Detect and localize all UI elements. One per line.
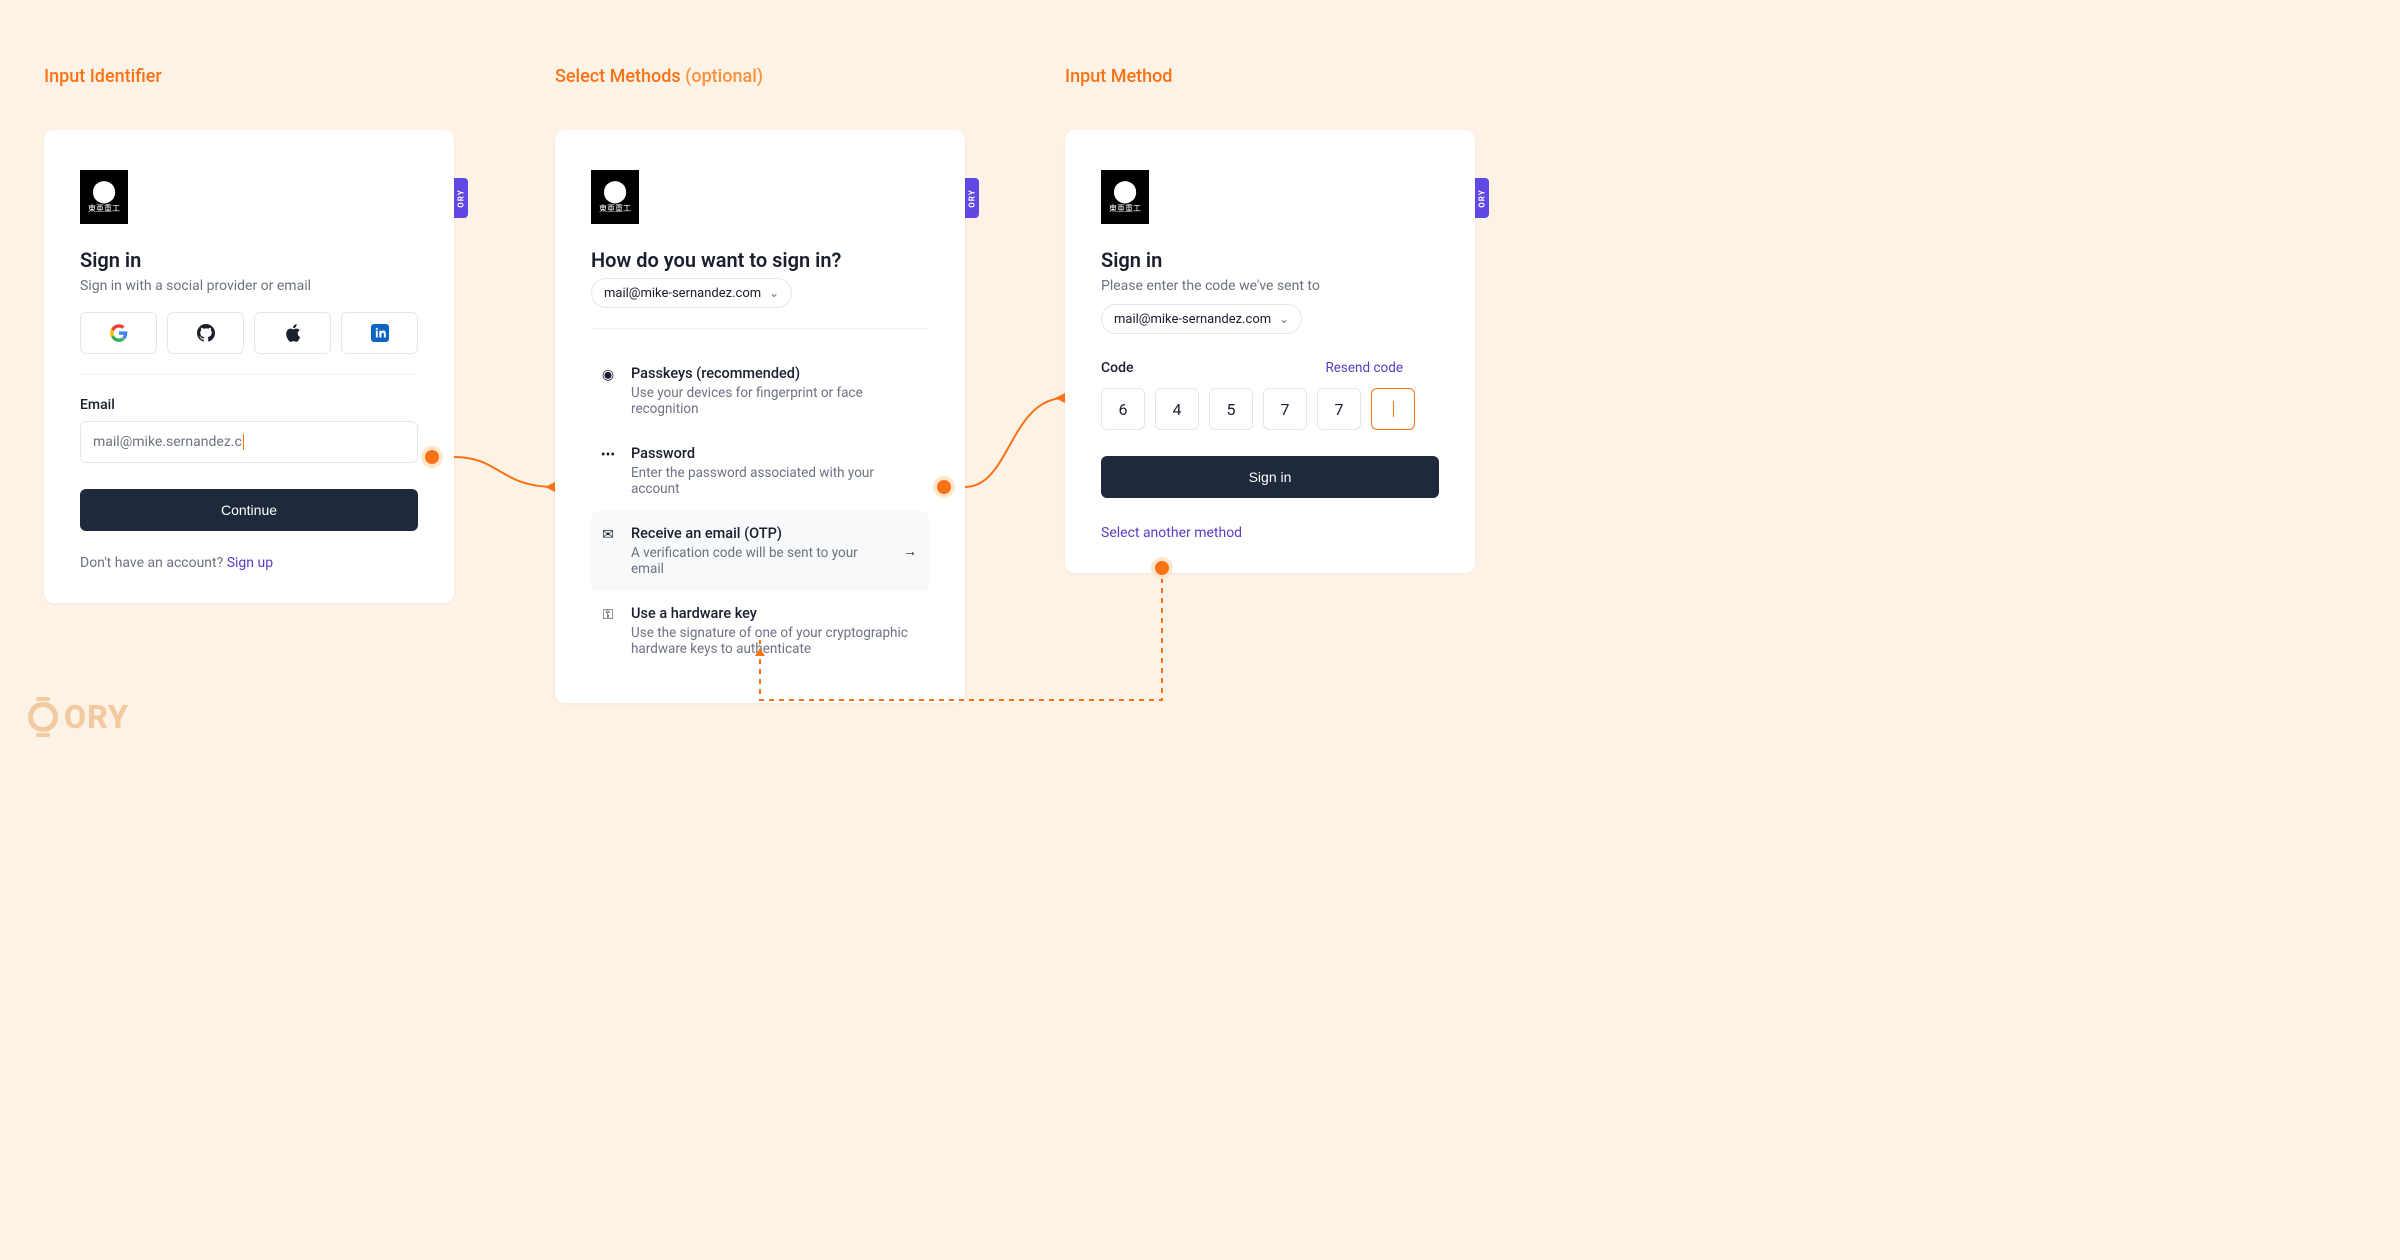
apple-icon	[284, 324, 302, 342]
method-list: ◉ Passkeys (recommended) Use your device…	[591, 351, 929, 671]
apple-button[interactable]	[254, 312, 331, 354]
identifier-chip[interactable]: mail@mike-sernandez.com ⌄	[1101, 304, 1302, 334]
identifier-chip[interactable]: mail@mike-sernandez.com ⌄	[591, 278, 792, 308]
step1-title: Input Identifier	[44, 66, 162, 87]
step2-title-suffix: (optional)	[685, 66, 763, 87]
text-caret	[1393, 401, 1394, 417]
step2-title-main: Select Methods	[555, 66, 681, 87]
fingerprint-icon: ◉	[599, 367, 617, 383]
code-cell-3[interactable]: 5	[1209, 388, 1253, 430]
signup-prompt: Don't have an account? Sign up	[80, 555, 418, 571]
brand-logo: ⬤東亜重工	[1101, 170, 1149, 224]
brand-logo: ⬤東亜重工	[591, 170, 639, 224]
chip-value: mail@mike-sernandez.com	[1114, 312, 1271, 327]
method-email-otp[interactable]: ✉︎ Receive an email (OTP) A verification…	[591, 511, 929, 591]
arrow-right-icon: →	[903, 543, 917, 560]
method-desc: Use the signature of one of your cryptog…	[631, 625, 921, 657]
code-cell-1[interactable]: 6	[1101, 388, 1145, 430]
card3-sub: Please enter the code we've sent to	[1101, 278, 1439, 294]
email-input[interactable]: mail@mike.sernandez.c	[80, 421, 418, 463]
dots-icon: •••	[599, 447, 617, 463]
email-value: mail@mike.sernandez.c	[93, 434, 242, 450]
method-password[interactable]: ••• Password Enter the password associat…	[591, 431, 929, 511]
social-providers	[80, 312, 418, 354]
email-label: Email	[80, 397, 418, 413]
ory-logo-text: ORY	[64, 698, 129, 736]
card1-heading: Sign in	[80, 248, 418, 272]
code-card: ORY ⬤東亜重工 Sign in Please enter the code …	[1065, 130, 1475, 573]
method-desc: Use your devices for fingerprint or face…	[631, 385, 921, 417]
connector-dot	[933, 476, 955, 498]
card1-sub: Sign in with a social provider or email	[80, 278, 418, 294]
method-hardware-key[interactable]: ⚿ Use a hardware key Use the signature o…	[591, 591, 929, 671]
select-another-link[interactable]: Select another method	[1101, 525, 1242, 541]
code-cell-5[interactable]: 7	[1317, 388, 1361, 430]
card3-heading: Sign in	[1101, 248, 1439, 272]
method-title: Receive an email (OTP)	[631, 525, 889, 542]
resend-link[interactable]: Resend code	[1325, 360, 1403, 376]
signin-button[interactable]: Sign in	[1101, 456, 1439, 498]
signup-link[interactable]: Sign up	[227, 555, 273, 571]
text-caret	[243, 434, 244, 450]
code-label: Code	[1101, 360, 1133, 376]
method-desc: Enter the password associated with your …	[631, 465, 921, 497]
linkedin-button[interactable]	[341, 312, 418, 354]
method-passkeys[interactable]: ◉ Passkeys (recommended) Use your device…	[591, 351, 929, 431]
step2-title: Select Methods (optional)	[555, 66, 763, 87]
ory-badge: ORY	[1475, 178, 1489, 218]
code-cell-4[interactable]: 7	[1263, 388, 1307, 430]
ory-badge: ORY	[965, 178, 979, 218]
linkedin-icon	[371, 324, 389, 342]
code-cell-2[interactable]: 4	[1155, 388, 1199, 430]
code-cell-6[interactable]	[1371, 388, 1415, 430]
brand-logo: ⬤東亜重工	[80, 170, 128, 224]
mail-icon: ✉︎	[599, 527, 617, 543]
step3-title: Input Method	[1065, 66, 1172, 87]
github-button[interactable]	[167, 312, 244, 354]
divider	[591, 328, 929, 329]
connector-dot	[1151, 557, 1173, 579]
methods-card: ORY ⬤東亜重工 How do you want to sign in? ma…	[555, 130, 965, 703]
method-title: Use a hardware key	[631, 605, 921, 622]
code-inputs: 6 4 5 7 7	[1101, 388, 1439, 430]
ory-logo-mark	[28, 702, 58, 732]
ory-logo: ORY	[28, 698, 129, 736]
ory-badge: ORY	[454, 178, 468, 218]
method-title: Password	[631, 445, 921, 462]
divider	[80, 374, 418, 375]
github-icon	[197, 324, 215, 342]
card2-heading: How do you want to sign in?	[591, 248, 929, 272]
chip-value: mail@mike-sernandez.com	[604, 286, 761, 301]
continue-button[interactable]: Continue	[80, 489, 418, 531]
chevron-down-icon: ⌄	[1279, 312, 1289, 326]
google-button[interactable]	[80, 312, 157, 354]
key-icon: ⚿	[599, 607, 617, 623]
google-icon	[110, 324, 128, 342]
method-title: Passkeys (recommended)	[631, 365, 921, 382]
connector-dot	[421, 446, 443, 468]
identifier-card: ORY ⬤東亜重工 Sign in Sign in with a social …	[44, 130, 454, 603]
chevron-down-icon: ⌄	[769, 286, 779, 300]
method-desc: A verification code will be sent to your…	[631, 545, 889, 577]
